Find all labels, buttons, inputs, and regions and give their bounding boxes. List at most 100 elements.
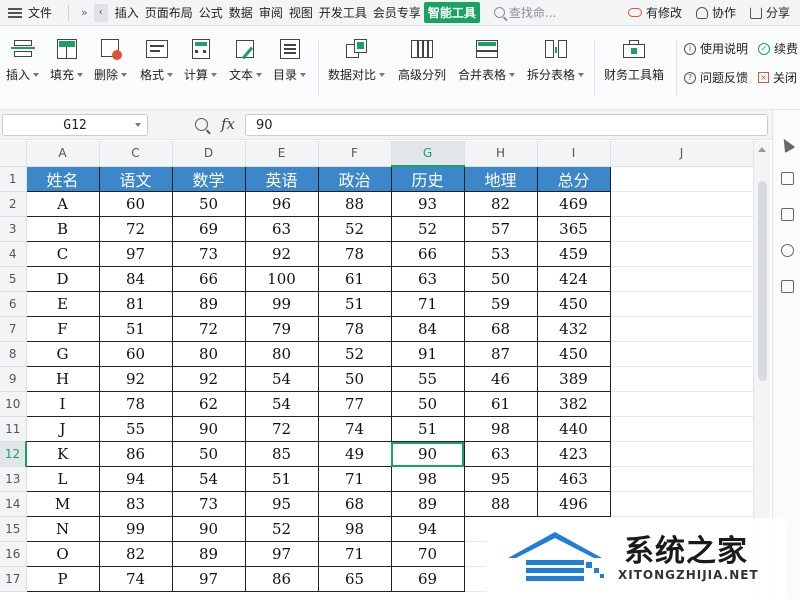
- table-cell[interactable]: L: [25, 466, 100, 492]
- table-cell[interactable]: 78: [317, 241, 392, 267]
- empty-cell[interactable]: [610, 391, 754, 417]
- header-cell[interactable]: 英语: [244, 165, 319, 192]
- table-cell[interactable]: 89: [171, 291, 246, 317]
- row-header[interactable]: 1: [0, 166, 27, 192]
- row-header[interactable]: 6: [0, 291, 27, 317]
- tab-view[interactable]: 视图: [286, 4, 316, 21]
- column-header-j[interactable]: J: [610, 141, 754, 167]
- table-cell[interactable]: 77: [317, 391, 392, 417]
- table-cell[interactable]: 66: [171, 266, 246, 292]
- table-cell[interactable]: 95: [244, 491, 319, 517]
- scrollbar-thumb[interactable]: [758, 181, 767, 381]
- empty-cell[interactable]: [610, 416, 754, 442]
- table-cell[interactable]: 52: [317, 216, 392, 242]
- table-cell[interactable]: 432: [536, 316, 611, 342]
- empty-cell[interactable]: [610, 316, 754, 342]
- header-cell[interactable]: 总分: [536, 165, 611, 192]
- header-cell[interactable]: 历史: [390, 165, 465, 192]
- table-cell[interactable]: 74: [317, 416, 392, 442]
- tab-member[interactable]: 会员专享: [370, 4, 424, 21]
- table-cell[interactable]: 59: [463, 291, 538, 317]
- table-cell[interactable]: D: [25, 266, 100, 292]
- table-cell[interactable]: 55: [98, 416, 173, 442]
- row-header[interactable]: 11: [0, 416, 27, 442]
- table-cell[interactable]: 95: [463, 466, 538, 492]
- feedback-link[interactable]: ? 问题反馈: [684, 69, 748, 86]
- empty-cell[interactable]: [610, 441, 754, 467]
- select-all-corner[interactable]: [0, 141, 27, 167]
- data-compare-button[interactable]: 数据对比: [328, 38, 386, 83]
- scroll-up-icon[interactable]: [758, 147, 766, 152]
- empty-cell[interactable]: [610, 191, 754, 217]
- table-cell[interactable]: 72: [171, 316, 246, 342]
- table-cell[interactable]: 459: [536, 241, 611, 267]
- header-cell[interactable]: 地理: [463, 165, 538, 192]
- table-cell[interactable]: 100: [244, 266, 319, 292]
- table-cell[interactable]: 50: [171, 191, 246, 217]
- table-cell[interactable]: 99: [244, 291, 319, 317]
- table-cell[interactable]: H: [25, 366, 100, 392]
- empty-cell[interactable]: [610, 216, 754, 242]
- table-cell[interactable]: M: [25, 491, 100, 517]
- table-cell[interactable]: 57: [463, 216, 538, 242]
- table-cell[interactable]: 93: [390, 191, 465, 217]
- table-cell[interactable]: 71: [317, 466, 392, 492]
- fx-icon[interactable]: fx: [221, 115, 235, 133]
- table-cell[interactable]: 91: [390, 341, 465, 367]
- toc-button[interactable]: 目录: [273, 38, 307, 83]
- file-menu-button[interactable]: 文件: [0, 0, 62, 26]
- tab-insert[interactable]: 插入: [112, 4, 142, 21]
- table-cell[interactable]: I: [25, 391, 100, 417]
- table-cell[interactable]: A: [25, 191, 100, 217]
- row-header[interactable]: 10: [0, 391, 27, 417]
- row-header[interactable]: 17: [0, 566, 27, 592]
- column-header-c[interactable]: C: [99, 141, 173, 167]
- table-cell[interactable]: 65: [317, 566, 392, 592]
- empty-cell[interactable]: [610, 366, 754, 392]
- table-cell[interactable]: 94: [98, 466, 173, 492]
- more-tabs-button[interactable]: »: [75, 6, 94, 19]
- formula-input[interactable]: 90: [245, 114, 768, 136]
- empty-cell[interactable]: [610, 341, 754, 367]
- format-button[interactable]: 格式: [140, 38, 174, 83]
- tab-formula[interactable]: 公式: [196, 4, 226, 21]
- chevron-down-icon[interactable]: [135, 123, 141, 127]
- table-cell[interactable]: 86: [244, 566, 319, 592]
- backup-icon[interactable]: [781, 280, 794, 293]
- table-cell[interactable]: 440: [536, 416, 611, 442]
- table-cell[interactable]: 365: [536, 216, 611, 242]
- insert-button[interactable]: 插入: [6, 38, 40, 83]
- table-cell[interactable]: 98: [317, 516, 392, 542]
- table-cell[interactable]: 52: [390, 216, 465, 242]
- row-header[interactable]: 5: [0, 266, 27, 292]
- table-cell[interactable]: 496: [536, 491, 611, 517]
- table-cell[interactable]: 81: [98, 291, 173, 317]
- table-cell[interactable]: 94: [390, 516, 465, 542]
- table-cell[interactable]: 92: [244, 241, 319, 267]
- table-cell[interactable]: 469: [536, 191, 611, 217]
- advanced-split-button[interactable]: 高级分列: [398, 38, 446, 83]
- table-cell[interactable]: 69: [171, 216, 246, 242]
- command-search[interactable]: 查找命...: [493, 4, 556, 21]
- table-cell[interactable]: 51: [98, 316, 173, 342]
- table-cell[interactable]: F: [25, 316, 100, 342]
- table-cell[interactable]: 78: [98, 391, 173, 417]
- table-cell[interactable]: K: [25, 441, 100, 467]
- calculate-button[interactable]: 计算: [184, 38, 218, 83]
- column-header-h[interactable]: H: [464, 141, 538, 167]
- table-cell[interactable]: 82: [98, 541, 173, 567]
- finance-toolbox-button[interactable]: 财务工具箱: [604, 38, 664, 83]
- table-cell[interactable]: 97: [171, 566, 246, 592]
- tab-data[interactable]: 数据: [226, 4, 256, 21]
- merge-tables-button[interactable]: 合并表格: [458, 38, 516, 83]
- table-cell[interactable]: 463: [536, 466, 611, 492]
- collaborate-button[interactable]: 协作: [695, 4, 736, 21]
- row-header[interactable]: 2: [0, 191, 27, 217]
- select-cursor-icon[interactable]: [778, 135, 796, 154]
- table-cell[interactable]: 63: [463, 441, 538, 467]
- table-cell[interactable]: 50: [390, 391, 465, 417]
- table-cell[interactable]: 79: [244, 316, 319, 342]
- table-cell[interactable]: E: [25, 291, 100, 317]
- empty-cell[interactable]: [610, 266, 754, 292]
- table-cell[interactable]: 98: [390, 466, 465, 492]
